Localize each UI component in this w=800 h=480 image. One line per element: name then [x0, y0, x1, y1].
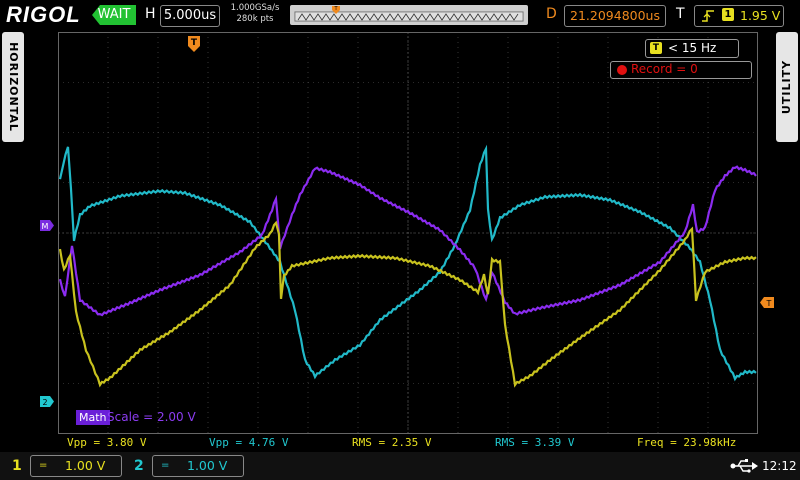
trigger-position-marker[interactable]: T [188, 36, 200, 52]
ch2-coupling-icon: = [161, 460, 170, 471]
channel-2-settings[interactable]: = 1.00 V [152, 455, 244, 477]
ch1-coupling-icon: = [39, 460, 48, 471]
channel-2-offset-marker[interactable]: 2 [40, 396, 54, 407]
trigger-level-marker[interactable]: T [760, 297, 774, 308]
rising-edge-icon [702, 10, 714, 22]
channel-1-number[interactable]: 1 [12, 458, 22, 474]
trigger-source-channel: 1 [722, 8, 734, 21]
channel-2-number[interactable]: 2 [134, 458, 144, 474]
math-channel-tag[interactable]: Math [76, 410, 110, 425]
sample-info: 1.000GSa/s 280k pts [229, 3, 281, 25]
measurement-ch1-freq: Freq = 23.98kHz [637, 436, 737, 449]
measurement-ch2-rms: RMS = 3.39 V [495, 436, 575, 449]
usb-icon [730, 459, 758, 473]
record-indicator[interactable]: Record = 0 [610, 61, 752, 79]
sample-rate: 1.000GSa/s [230, 3, 280, 13]
memory-waveform-icon: T [294, 6, 524, 22]
trigger-level: 1.95 V [740, 8, 781, 23]
horizontal-tab-label: HORIZONTAL [7, 42, 20, 132]
measurement-ch2-vpp: Vpp = 4.76 V [209, 436, 289, 449]
trig-level-marker-label: T [766, 299, 772, 308]
trigger-label: T [676, 6, 685, 22]
frequency-counter[interactable]: T < 15 Hz [645, 39, 739, 58]
waveform-display[interactable] [58, 32, 758, 434]
record-dot-icon [617, 65, 627, 75]
brand-logo: RIGOL [6, 2, 81, 27]
graticule [58, 32, 758, 434]
run-status-badge[interactable]: WAIT [92, 5, 136, 25]
delay-label: D [546, 6, 557, 22]
horizontal-menu-tab[interactable]: HORIZONTAL [2, 32, 24, 142]
horizontal-label: H [145, 6, 156, 22]
freq-source-label: T [650, 42, 662, 54]
freq-counter-value: < 15 Hz [668, 41, 717, 55]
math-marker-label: M [42, 222, 49, 231]
ch1-scale: 1.00 V [65, 458, 106, 473]
memory-depth: 280k pts [236, 14, 274, 24]
trigger-position-label: T [191, 38, 198, 48]
utility-tab-label: UTILITY [780, 59, 793, 115]
ch2-scale: 1.00 V [187, 458, 228, 473]
math-offset-marker[interactable]: M [40, 220, 54, 231]
system-clock: 12:12 [762, 459, 797, 473]
timebase-value[interactable]: 5.000us [160, 5, 220, 27]
channel-1-settings[interactable]: = 1.00 V [30, 455, 122, 477]
measurement-ch1-vpp: Vpp = 3.80 V [67, 436, 147, 449]
delay-value[interactable]: 21.2094800us [564, 5, 666, 27]
measurement-ch1-rms: RMS = 2.35 V [352, 436, 432, 449]
utility-menu-tab[interactable]: UTILITY [776, 32, 798, 142]
memory-position-strip[interactable]: T [290, 5, 528, 25]
record-count: Record = 0 [631, 62, 698, 76]
ch2-marker-label: 2 [42, 398, 47, 407]
math-scale: Scale = 2.00 V [107, 410, 196, 424]
